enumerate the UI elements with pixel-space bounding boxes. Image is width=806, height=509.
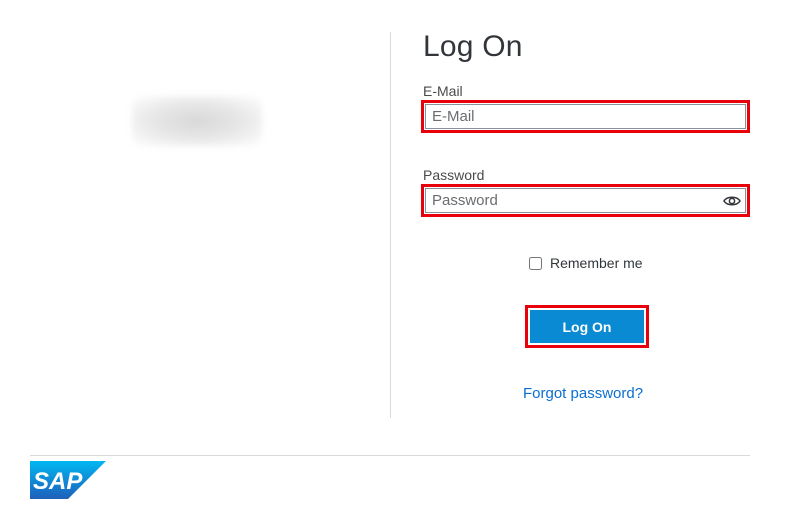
company-logo-blurred [132, 96, 262, 146]
logon-button-highlight: Log On [525, 305, 649, 348]
footer-divider [30, 455, 750, 456]
sap-logo: SAP [30, 461, 106, 499]
password-field-highlight [421, 184, 750, 217]
email-label: E-Mail [423, 83, 463, 99]
logon-form: Log On E-Mail Password Remember me Log O… [421, 0, 753, 440]
remember-me-checkbox[interactable] [529, 256, 542, 270]
vertical-divider [390, 32, 391, 418]
email-field-highlight [421, 100, 750, 133]
remember-me[interactable]: Remember me [529, 255, 643, 271]
sap-logo-text: SAP [33, 468, 83, 495]
password-input[interactable] [425, 188, 746, 213]
eye-icon[interactable] [723, 193, 741, 209]
forgot-password-link[interactable]: Forgot password? [523, 385, 643, 402]
remember-me-label: Remember me [550, 255, 643, 271]
logon-button[interactable]: Log On [530, 310, 644, 343]
email-input[interactable] [425, 104, 746, 129]
page-title: Log On [423, 30, 523, 63]
password-label: Password [423, 167, 485, 183]
